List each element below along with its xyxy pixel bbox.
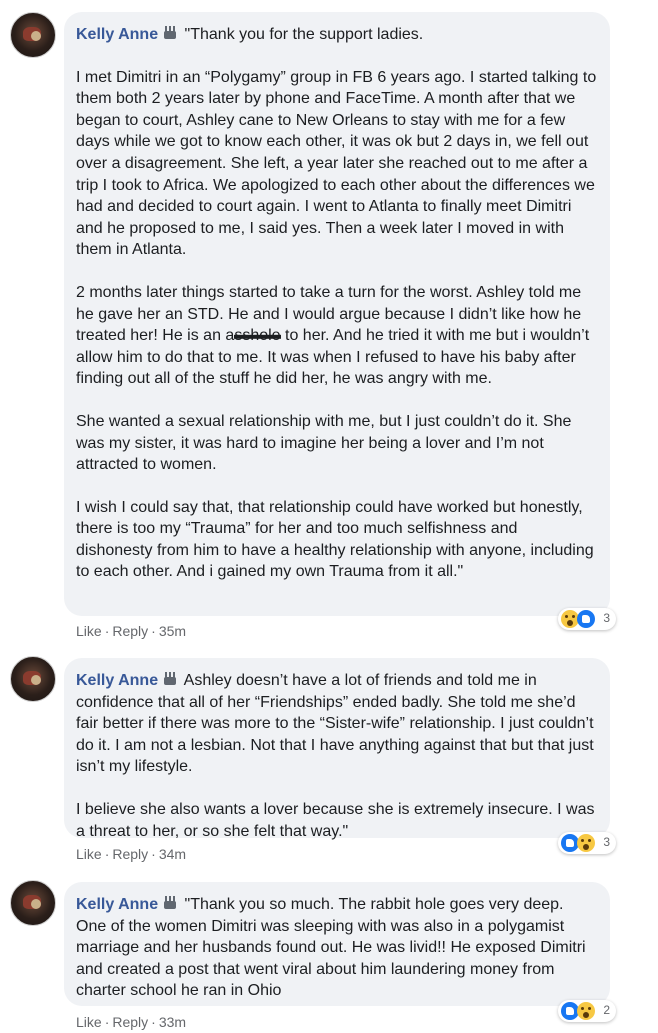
reaction-summary[interactable]: 2 xyxy=(558,1000,616,1022)
comment-actions: Like · Reply · 35m xyxy=(76,623,187,639)
crown-icon xyxy=(162,896,178,910)
comment-first-line: Kelly Anne "Thank you for the support la… xyxy=(76,24,598,46)
comment-paragraph: I believe she also wants a lover because… xyxy=(76,800,595,840)
like-reaction-icon xyxy=(577,610,595,628)
comment-bubble: Kelly Anne Ashley doesn’t have a lot of … xyxy=(64,658,610,840)
reply-link[interactable]: Reply xyxy=(112,1014,148,1030)
author-name[interactable]: Kelly Anne xyxy=(76,672,158,689)
like-link[interactable]: Like xyxy=(76,623,102,639)
like-link[interactable]: Like xyxy=(76,846,102,862)
avatar[interactable] xyxy=(10,656,56,702)
reaction-count: 3 xyxy=(603,835,610,849)
comment-first-line: Kelly Anne "Thank you so much. The rabbi… xyxy=(76,894,598,1002)
timestamp[interactable]: 34m xyxy=(159,846,186,862)
comment-paragraph: 2 months later things started to take a … xyxy=(76,282,598,390)
crown-icon xyxy=(162,672,178,686)
wow-reaction-icon xyxy=(577,1002,595,1020)
reaction-summary[interactable]: 3 xyxy=(558,832,616,854)
comment-actions: Like · Reply · 33m xyxy=(76,1014,187,1030)
reaction-summary[interactable]: 3 xyxy=(558,608,616,630)
comment-bubble: Kelly Anne "Thank you for the support la… xyxy=(64,12,610,616)
reaction-count: 3 xyxy=(603,611,610,625)
comment-first-line: Kelly Anne Ashley doesn’t have a lot of … xyxy=(76,670,598,778)
comment-text: "Thank you for the support ladies. xyxy=(184,26,424,43)
avatar[interactable] xyxy=(10,880,56,926)
avatar[interactable] xyxy=(10,12,56,58)
like-link[interactable]: Like xyxy=(76,1014,102,1030)
reaction-count: 2 xyxy=(603,1003,610,1017)
author-name[interactable]: Kelly Anne xyxy=(76,896,158,913)
wow-reaction-icon xyxy=(577,834,595,852)
reply-link[interactable]: Reply xyxy=(112,846,148,862)
timestamp[interactable]: 33m xyxy=(159,1014,186,1030)
comment-bubble: Kelly Anne "Thank you so much. The rabbi… xyxy=(64,882,610,1006)
timestamp[interactable]: 35m xyxy=(159,623,186,639)
comment-paragraph: She wanted a sexual relationship with me… xyxy=(76,412,572,474)
crown-icon xyxy=(162,26,178,40)
author-name[interactable]: Kelly Anne xyxy=(76,26,158,43)
comment-paragraph: I met Dimitri in an “Polygamy” group in … xyxy=(76,68,597,259)
comment-actions: Like · Reply · 34m xyxy=(76,846,187,862)
redacted-word: sshole xyxy=(234,327,281,345)
comment-paragraph: I wish I could say that, that relationsh… xyxy=(76,498,594,581)
reply-link[interactable]: Reply xyxy=(112,623,148,639)
